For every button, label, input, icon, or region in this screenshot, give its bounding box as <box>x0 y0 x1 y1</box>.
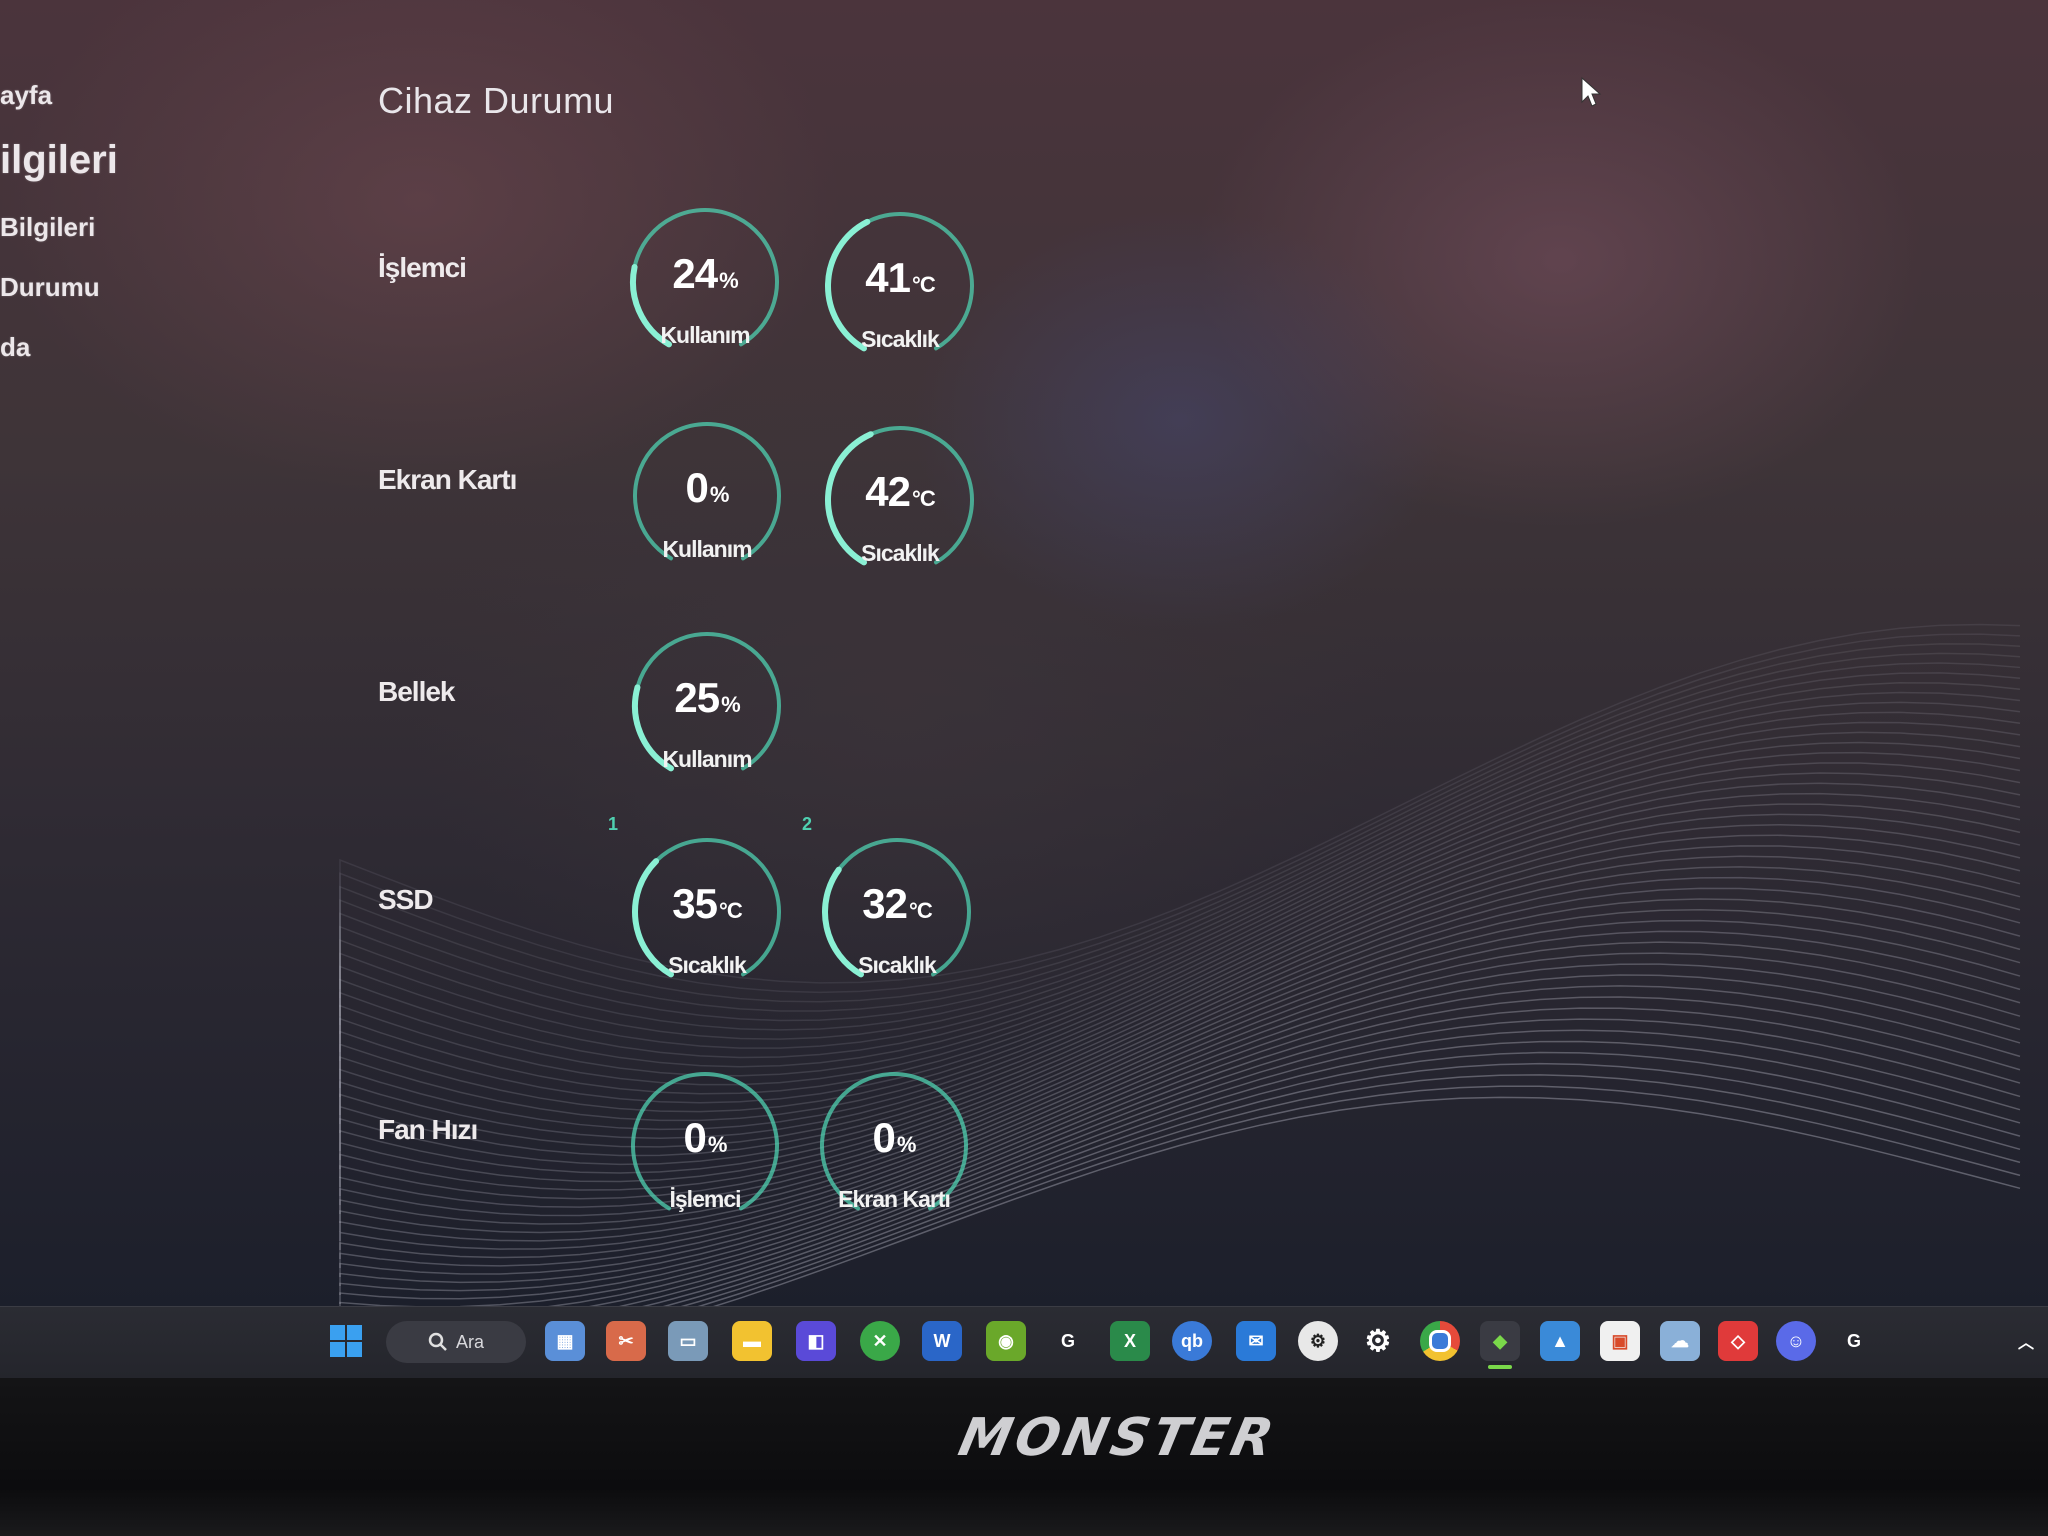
wave-line <box>339 985 2021 1295</box>
gauge-value: 0% <box>685 464 730 511</box>
sidebar-item-home[interactable]: ayfa <box>0 80 52 111</box>
search-label: Ara <box>455 1331 484 1352</box>
qbittorrent-icon[interactable]: qb <box>1172 1321 1212 1361</box>
windows-start-icon[interactable] <box>326 1321 366 1361</box>
gauge-value: 0% <box>683 1114 728 1161</box>
gauge-caption: Sıcaklık <box>861 540 940 566</box>
brand-logo: MONSTER <box>953 1408 1283 1468</box>
gpu-usage-gauge: 0% Kullanım <box>627 416 787 576</box>
row-label-gpu: Ekran Kartı <box>378 464 517 495</box>
gpu-temp-gauge: 42°C Sıcaklık <box>820 420 980 580</box>
photos-icon[interactable]: ▲ <box>1540 1321 1580 1361</box>
search-icon <box>428 1332 447 1351</box>
wave-line <box>339 930 2021 1250</box>
windows-logo-icon <box>330 1325 362 1357</box>
word-icon[interactable]: W <box>922 1321 962 1361</box>
gauge-caption: Sıcaklık <box>668 952 747 978</box>
anydesk-icon[interactable]: ◇ <box>1718 1321 1758 1361</box>
active-app-indicator <box>1488 1365 1512 1369</box>
gauge-caption: Ekran Kartı <box>838 1186 951 1212</box>
widgets-icon[interactable]: ▦ <box>545 1321 585 1361</box>
gauge-caption: Sıcaklık <box>858 952 937 978</box>
row-label-memory: Bellek <box>378 676 455 707</box>
wave-line <box>339 652 2021 1012</box>
discord-icon[interactable]: ☺ <box>1776 1321 1816 1361</box>
fan-gpu-gauge: 0% Ekran Kartı <box>814 1066 974 1226</box>
file-explorer-window-icon[interactable]: ▭ <box>668 1321 708 1361</box>
wave-line <box>700 1096 2021 1310</box>
ssd-index-2: 2 <box>802 814 813 834</box>
row-label-ssd: SSD <box>378 884 434 915</box>
sidebar-item-device-info[interactable]: Bilgileri <box>0 212 95 243</box>
excel-icon[interactable]: X <box>1110 1321 1150 1361</box>
nvidia-icon[interactable]: ◉ <box>986 1321 1026 1361</box>
fan-cpu-gauge: 0% İşlemci <box>625 1066 785 1226</box>
row-label-fan: Fan Hızı <box>378 1114 478 1145</box>
ssd1-temp-gauge: 35°C Sıcaklık <box>627 832 787 992</box>
cpu-temp-gauge: 41°C Sıcaklık <box>820 206 980 366</box>
wave-background <box>339 623 2021 1310</box>
app-window: ayfa ilgileri Bilgileri Durumu da Cihaz … <box>0 0 2048 1310</box>
wave-line <box>512 1018 2021 1310</box>
gauge-value: 42°C <box>865 468 935 515</box>
microsoft-store-icon[interactable]: ▣ <box>1600 1321 1640 1361</box>
outlook-icon[interactable]: ✉ <box>1236 1321 1276 1361</box>
gauge-caption: Kullanım <box>660 322 750 348</box>
ssd2-temp-gauge: 32°C Sıcaklık <box>817 832 977 992</box>
gauge-value: 24% <box>672 250 738 297</box>
weather-icon[interactable]: ☁ <box>1660 1321 1700 1361</box>
gauge-caption: Kullanım <box>662 536 752 562</box>
gauge-value: 32°C <box>862 880 932 927</box>
mouse-cursor-icon <box>1581 76 1602 107</box>
row-label-cpu: İşlemci <box>378 252 467 283</box>
sidebar-item-system-info[interactable]: ilgileri <box>0 138 118 183</box>
ssd-index-1: 1 <box>608 814 619 834</box>
chrome-icon[interactable] <box>1420 1321 1460 1361</box>
sidebar-item-device-status[interactable]: Durumu <box>0 272 100 303</box>
steam-icon[interactable]: ⚙ <box>1298 1321 1338 1361</box>
gauge-value: 25% <box>674 674 740 721</box>
gauge-caption: Sıcaklık <box>861 326 940 352</box>
xbox-icon[interactable]: ✕ <box>860 1321 900 1361</box>
chevron-up-icon[interactable]: ︿ <box>2006 1321 2046 1361</box>
taskbar-search-box[interactable]: Ara <box>386 1321 526 1363</box>
gauge-caption: İşlemci <box>669 1186 742 1212</box>
sidebar-item-about[interactable]: da <box>0 332 30 363</box>
logitech-ghub-icon[interactable]: G <box>1834 1321 1874 1361</box>
wave-line <box>339 887 2021 1217</box>
monster-control-center-icon[interactable]: ◆ <box>1480 1321 1520 1361</box>
logitech-icon[interactable]: G <box>1048 1321 1088 1361</box>
photo-editor-icon[interactable]: ◧ <box>796 1321 836 1361</box>
cpu-usage-gauge: 24% Kullanım <box>625 202 785 362</box>
taskbar: Ara ▦ ✂ ▭ ▬ ◧ ✕ W ◉ G X qb ✉ ⚙ ⚙ ◆ ▲ ▣ ☁… <box>0 1306 2048 1379</box>
settings-icon[interactable]: ⚙ <box>1358 1321 1398 1361</box>
memory-usage-gauge: 25% Kullanım <box>627 626 787 786</box>
snipping-tool-icon[interactable]: ✂ <box>606 1321 646 1361</box>
wave-line <box>339 662 2021 1022</box>
gauge-value: 41°C <box>865 254 935 301</box>
file-explorer-icon[interactable]: ▬ <box>732 1321 772 1361</box>
gauge-caption: Kullanım <box>662 746 752 772</box>
page-title: Cihaz Durumu <box>378 80 615 121</box>
gauge-value: 35°C <box>672 880 742 927</box>
gauge-value: 0% <box>872 1114 917 1161</box>
